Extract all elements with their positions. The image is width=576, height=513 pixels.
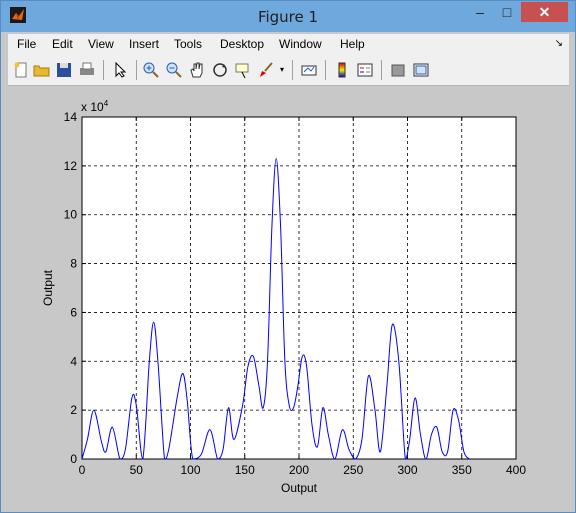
maximize-button[interactable]: □ — [494, 2, 520, 22]
x-tick-label: 250 — [343, 463, 363, 477]
x-tick-labels: 0 50 100 150 200 250 300 350 400 — [79, 463, 527, 477]
zoom-in-icon[interactable] — [142, 61, 160, 79]
y-tick-label: 8 — [70, 257, 77, 271]
y-tick-label: 6 — [70, 305, 77, 319]
y-tick-labels: 0 2 4 6 8 10 12 14 — [64, 110, 78, 466]
x-tick-label: 50 — [130, 463, 144, 477]
menu-edit[interactable]: Edit — [52, 37, 73, 51]
zoom-out-icon[interactable] — [165, 61, 183, 79]
toolbar-separator — [103, 60, 104, 80]
y-exponent-label: x 104 — [81, 99, 109, 114]
colorbar-icon[interactable] — [333, 61, 351, 79]
brush-dropdown-icon[interactable]: ▾ — [277, 61, 287, 79]
toolbar-separator — [325, 60, 326, 80]
toolbar-separator — [381, 60, 382, 80]
legend-icon[interactable] — [356, 61, 374, 79]
hide-plot-tools-icon[interactable] — [389, 61, 407, 79]
menu-bar: File Edit View Insert Tools Desktop Wind… — [8, 34, 569, 55]
menu-file[interactable]: File — [17, 37, 36, 51]
rotate-3d-icon[interactable] — [211, 61, 229, 79]
brush-icon[interactable] — [257, 61, 275, 79]
y-tick-label: 12 — [64, 159, 78, 173]
new-figure-icon[interactable] — [12, 61, 30, 79]
menu-help[interactable]: Help — [340, 37, 365, 51]
y-axis-label: Output — [41, 269, 55, 306]
toolbar-separator — [136, 60, 137, 80]
x-tick-label: 100 — [180, 463, 200, 477]
menu-view[interactable]: View — [88, 37, 114, 51]
link-plot-icon[interactable] — [300, 61, 318, 79]
menu-window[interactable]: Window — [279, 37, 322, 51]
y-tick-label: 0 — [70, 452, 77, 466]
y-tick-label: 4 — [70, 354, 77, 368]
save-icon[interactable] — [55, 61, 73, 79]
select-arrow-icon[interactable] — [111, 61, 129, 79]
y-tick-label: 10 — [64, 208, 78, 222]
figure-toolbar: ▾ — [8, 55, 569, 86]
x-tick-label: 200 — [289, 463, 309, 477]
dock-arrow-icon[interactable]: ↘ — [555, 38, 563, 49]
toolbar-separator — [292, 60, 293, 80]
x-tick-label: 0 — [79, 463, 86, 477]
menu-insert[interactable]: Insert — [129, 37, 159, 51]
x-axis-label: Output — [281, 481, 318, 495]
x-tick-label: 400 — [506, 463, 526, 477]
data-cursor-icon[interactable] — [234, 61, 252, 79]
x-tick-label: 150 — [235, 463, 255, 477]
plot-canvas[interactable]: 0 50 100 150 200 250 300 350 400 0 2 4 6 8 10 12 14 x 1… — [0, 85, 576, 513]
pan-hand-icon[interactable] — [188, 61, 206, 79]
y-tick-label: 14 — [64, 110, 78, 124]
close-button[interactable]: ✕ — [521, 2, 568, 22]
menu-tools[interactable]: Tools — [174, 37, 202, 51]
print-icon[interactable] — [78, 61, 96, 79]
x-tick-label: 350 — [452, 463, 472, 477]
minimize-button[interactable]: – — [467, 2, 493, 22]
menu-desktop[interactable]: Desktop — [220, 37, 264, 51]
show-plot-tools-icon[interactable] — [412, 61, 430, 79]
x-tick-label: 300 — [397, 463, 417, 477]
title-bar[interactable]: Figure 1 – □ ✕ — [1, 1, 575, 32]
open-folder-icon[interactable] — [33, 61, 51, 79]
y-tick-label: 2 — [70, 403, 77, 417]
